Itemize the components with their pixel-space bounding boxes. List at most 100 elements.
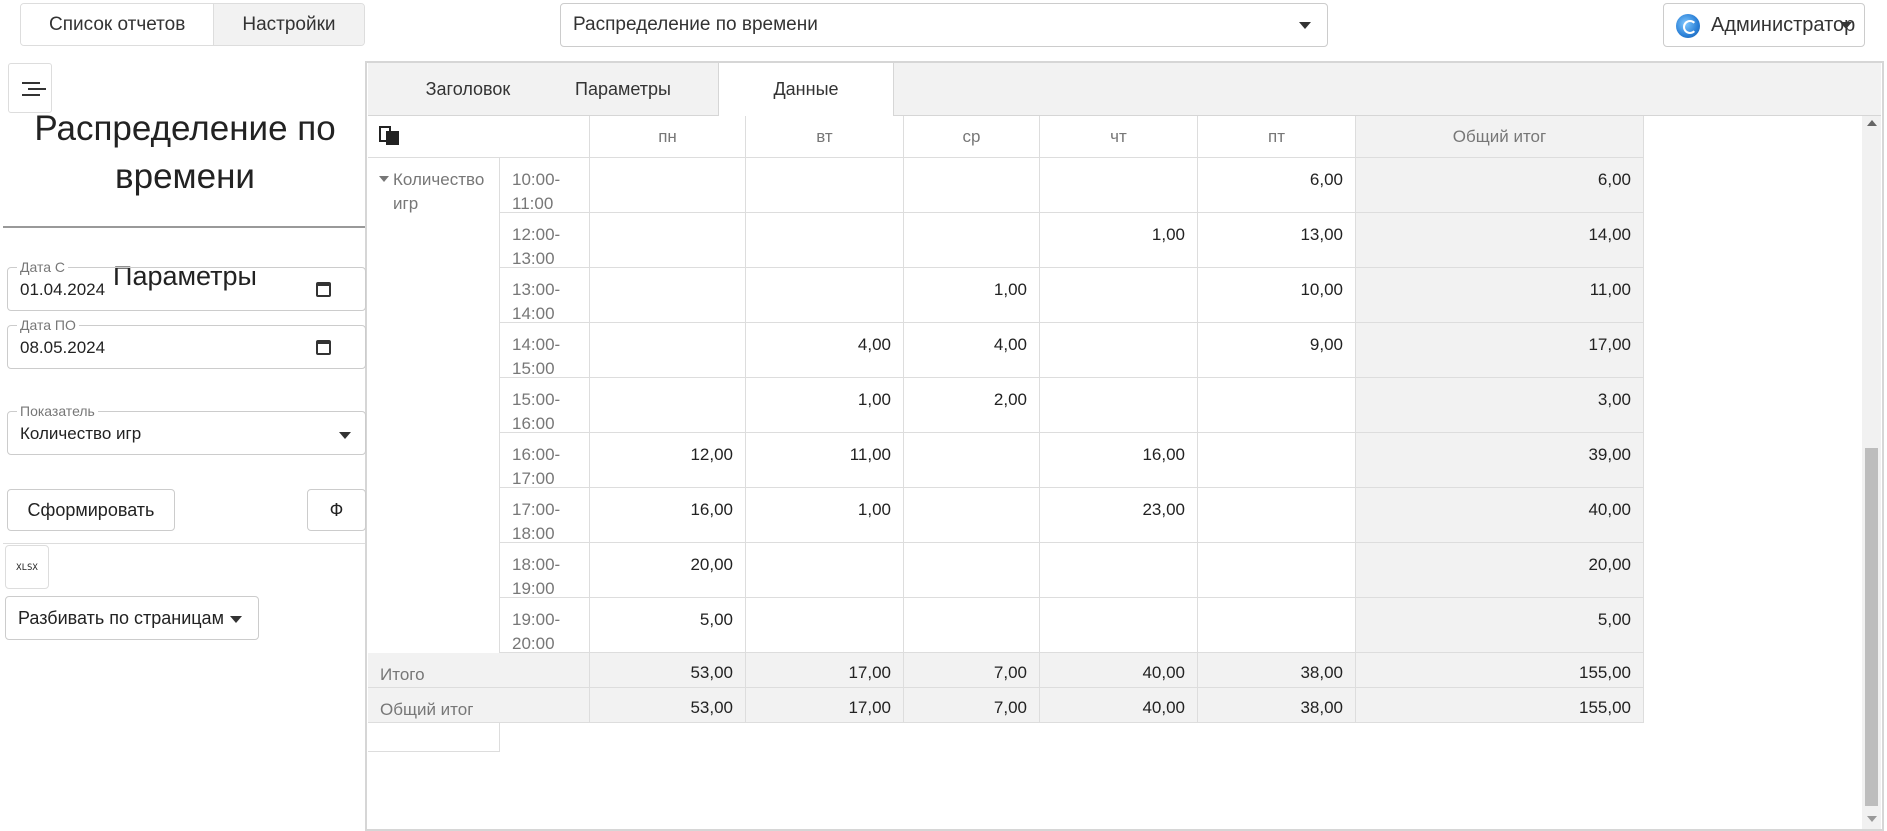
footer-cell: 7,00: [904, 688, 1040, 723]
row-header-time: 13:00-14:00: [500, 268, 590, 323]
metric-select[interactable]: Показатель Количество игр: [7, 403, 366, 455]
table-cell: 23,00: [1040, 488, 1198, 543]
menu-collapse-icon-bar: [22, 94, 40, 96]
user-name: Администратор: [1711, 14, 1856, 36]
date-to-field[interactable]: Дата ПО 08.05.2024: [7, 317, 366, 369]
table-cell: [1040, 598, 1198, 653]
table-cell: 3,00: [1356, 378, 1644, 433]
table-cell: [1198, 598, 1356, 653]
generate-button[interactable]: Сформировать: [7, 489, 175, 531]
table-cell: 20,00: [1356, 543, 1644, 598]
footer-cell: 155,00: [1356, 688, 1644, 723]
tab-report-list[interactable]: Список отчетов: [21, 4, 214, 45]
table-cell: 2,00: [904, 378, 1040, 433]
paging-label: Разбивать по страницам: [18, 608, 224, 628]
report-title: Распределение по времени: [34, 109, 336, 196]
table-cell: 5,00: [590, 598, 746, 653]
table-cell: 4,00: [904, 323, 1040, 378]
footer-cell: 17,00: [746, 653, 904, 688]
table-cell: [904, 158, 1040, 213]
table-cell: 6,00: [1356, 158, 1644, 213]
export-xlsx-button[interactable]: XLSX: [5, 545, 49, 589]
menu-collapse-icon-bar: [28, 88, 46, 90]
chevron-down-icon: [339, 432, 351, 439]
row-header-time: 10:00-11:00: [500, 158, 590, 213]
column-header[interactable]: ср: [904, 116, 1040, 158]
table-cell: [590, 378, 746, 433]
footer-cell: 53,00: [590, 688, 746, 723]
table-cell: [1198, 488, 1356, 543]
footer-cell: 7,00: [904, 653, 1040, 688]
scroll-up-icon[interactable]: [1867, 120, 1877, 126]
column-header[interactable]: Общий итог: [1356, 116, 1644, 158]
table-cell: 40,00: [1356, 488, 1644, 543]
row-header-time: 19:00-20:00: [500, 598, 590, 653]
row-header-time: 14:00-15:00: [500, 323, 590, 378]
row-header-time: 15:00-16:00: [500, 378, 590, 433]
table-cell: 17,00: [1356, 323, 1644, 378]
metric-value: Количество игр: [20, 424, 142, 443]
table-cell: 4,00: [746, 323, 904, 378]
table-cell: 9,00: [1198, 323, 1356, 378]
table-cell: [1040, 323, 1198, 378]
content-tabs: Заголовок Параметры Данные: [368, 63, 1881, 117]
row-header-time: 17:00-18:00: [500, 488, 590, 543]
date-from-field[interactable]: Дата С 01.04.2024: [7, 259, 366, 311]
footer-cell: 40,00: [1040, 653, 1198, 688]
table-cell: [1040, 543, 1198, 598]
f-button[interactable]: Ф: [307, 489, 366, 531]
menu-collapse-icon: [22, 82, 40, 84]
chevron-down-icon: [1840, 22, 1852, 29]
pivot-table: Количество игр пн вт ср чт пт Общий итог 10:00…: [368, 116, 1862, 829]
footer-cell: 38,00: [1198, 688, 1356, 723]
calendar-icon[interactable]: [316, 282, 331, 297]
paging-dropdown[interactable]: Разбивать по страницам: [5, 596, 259, 640]
table-cell: [904, 213, 1040, 268]
table-cell: 12,00: [590, 433, 746, 488]
left-panel: Распределение по времени Параметры Дата …: [3, 61, 367, 831]
table-cell: [590, 213, 746, 268]
report-select[interactable]: Распределение по времени: [560, 3, 1328, 47]
divider: [3, 226, 365, 228]
date-to-value: 08.05.2024: [20, 338, 106, 357]
table-cell: 11,00: [746, 433, 904, 488]
scroll-down-icon[interactable]: [1867, 816, 1877, 822]
table-cell: [590, 158, 746, 213]
table-cell: 16,00: [590, 488, 746, 543]
table-cell: 39,00: [1356, 433, 1644, 488]
table-cell: [746, 543, 904, 598]
table-cell: 1,00: [904, 268, 1040, 323]
column-header[interactable]: пн: [590, 116, 746, 158]
divider: [3, 543, 365, 544]
footer-row-label: Итого: [368, 653, 590, 688]
top-nav: Список отчетов Настройки: [20, 3, 365, 46]
corner-cell: [368, 116, 590, 158]
row-header-time: 12:00-13:00: [500, 213, 590, 268]
table-cell: [590, 323, 746, 378]
table-cell: [904, 598, 1040, 653]
footer-cell: 17,00: [746, 688, 904, 723]
column-header[interactable]: пт: [1198, 116, 1356, 158]
column-header[interactable]: чт: [1040, 116, 1198, 158]
footer-cell: 155,00: [1356, 653, 1644, 688]
vertical-scrollbar[interactable]: [1862, 116, 1881, 829]
table-cell: [904, 488, 1040, 543]
column-header[interactable]: вт: [746, 116, 904, 158]
tab-parameters[interactable]: Параметры: [538, 63, 708, 116]
user-menu[interactable]: Администратор: [1663, 3, 1865, 47]
tab-settings[interactable]: Настройки: [213, 4, 364, 45]
tab-data[interactable]: Данные: [718, 63, 894, 117]
field-chooser-icon[interactable]: [379, 126, 399, 146]
table-cell: [746, 268, 904, 323]
chevron-down-icon: [230, 616, 242, 623]
tab-header[interactable]: Заголовок: [398, 63, 538, 116]
scroll-thumb[interactable]: [1865, 448, 1878, 806]
table-cell: [746, 213, 904, 268]
table-cell: [904, 543, 1040, 598]
calendar-icon[interactable]: [316, 340, 331, 355]
xlsx-icon: XLSX: [16, 563, 38, 573]
table-cell: 10,00: [1198, 268, 1356, 323]
collapse-triangle-icon[interactable]: [379, 176, 389, 182]
table-cell: 16,00: [1040, 433, 1198, 488]
metric-label: Показатель: [17, 403, 98, 419]
